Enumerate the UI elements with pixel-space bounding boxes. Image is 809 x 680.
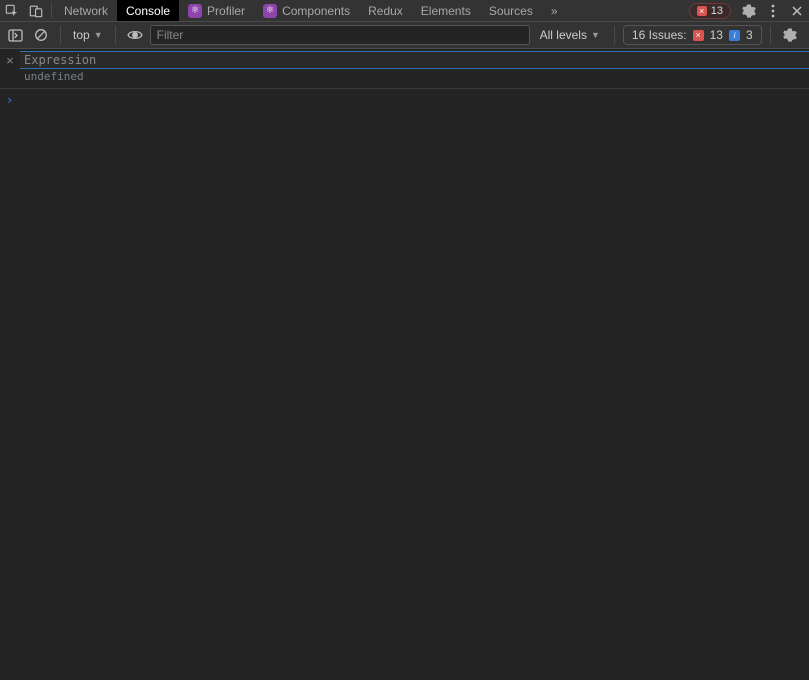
levels-label: All levels bbox=[540, 28, 587, 42]
clear-console-icon[interactable] bbox=[30, 24, 52, 46]
tab-network[interactable]: Network bbox=[55, 0, 117, 21]
context-label: top bbox=[73, 28, 90, 42]
issues-info-count: 3 bbox=[746, 28, 753, 42]
tab-label: Network bbox=[64, 4, 108, 18]
console-prompt[interactable]: › bbox=[0, 93, 809, 107]
issues-error-count: 13 bbox=[710, 28, 723, 42]
error-icon bbox=[697, 6, 707, 16]
execution-context-selector[interactable]: top ▼ bbox=[69, 28, 107, 42]
separator bbox=[614, 26, 615, 44]
chevron-double-right-icon: » bbox=[551, 4, 558, 18]
device-toggle-icon[interactable] bbox=[24, 0, 48, 21]
spacer bbox=[567, 0, 689, 21]
tab-label: Profiler bbox=[207, 4, 245, 18]
console-settings-gear-icon[interactable] bbox=[779, 24, 801, 46]
tab-elements[interactable]: Elements bbox=[412, 0, 480, 21]
tab-components[interactable]: ⚛ Components bbox=[254, 0, 359, 21]
remove-expression-icon[interactable]: × bbox=[0, 53, 20, 68]
filter-input[interactable] bbox=[150, 25, 530, 45]
tab-profiler[interactable]: ⚛ Profiler bbox=[179, 0, 254, 21]
live-expression-eye-icon[interactable] bbox=[124, 24, 146, 46]
tab-redux[interactable]: Redux bbox=[359, 0, 412, 21]
inspect-element-icon[interactable] bbox=[0, 0, 24, 21]
console-output[interactable]: › bbox=[0, 89, 809, 680]
separator bbox=[115, 26, 116, 44]
chevron-down-icon: ▼ bbox=[94, 30, 103, 40]
filter-field bbox=[150, 25, 530, 45]
devtools-tabbar: Network Console ⚛ Profiler ⚛ Components … bbox=[0, 0, 809, 22]
sidebar-toggle-icon[interactable] bbox=[4, 24, 26, 46]
issues-label: 16 Issues: bbox=[632, 28, 687, 42]
tab-label: Sources bbox=[489, 4, 533, 18]
error-count-pill[interactable]: 13 bbox=[689, 3, 731, 19]
settings-gear-icon[interactable] bbox=[737, 0, 761, 21]
kebab-menu-icon[interactable] bbox=[761, 0, 785, 21]
separator bbox=[770, 26, 771, 44]
close-devtools-icon[interactable] bbox=[785, 0, 809, 21]
prompt-chevron-icon: › bbox=[6, 93, 20, 107]
tab-label: Components bbox=[282, 4, 350, 18]
info-icon bbox=[729, 30, 740, 41]
tab-label: Elements bbox=[421, 4, 471, 18]
react-extension-icon: ⚛ bbox=[263, 4, 277, 18]
tab-console[interactable]: Console bbox=[117, 0, 179, 21]
error-count: 13 bbox=[711, 5, 723, 17]
issues-pill[interactable]: 16 Issues: 13 3 bbox=[623, 25, 762, 45]
live-expression-input[interactable] bbox=[20, 51, 809, 69]
tab-sources[interactable]: Sources bbox=[480, 0, 542, 21]
more-tabs-button[interactable]: » bbox=[542, 0, 567, 21]
separator bbox=[51, 3, 52, 18]
tab-label: Console bbox=[126, 4, 170, 18]
chevron-down-icon: ▼ bbox=[591, 30, 600, 40]
react-extension-icon: ⚛ bbox=[188, 4, 202, 18]
tab-label: Redux bbox=[368, 4, 403, 18]
log-levels-selector[interactable]: All levels ▼ bbox=[534, 28, 606, 42]
live-expression-row: × undefined bbox=[0, 49, 809, 89]
separator bbox=[60, 26, 61, 44]
console-toolbar: top ▼ All levels ▼ 16 Issues: 13 3 bbox=[0, 22, 809, 49]
error-icon bbox=[693, 30, 704, 41]
live-expression-result: undefined bbox=[0, 69, 809, 85]
